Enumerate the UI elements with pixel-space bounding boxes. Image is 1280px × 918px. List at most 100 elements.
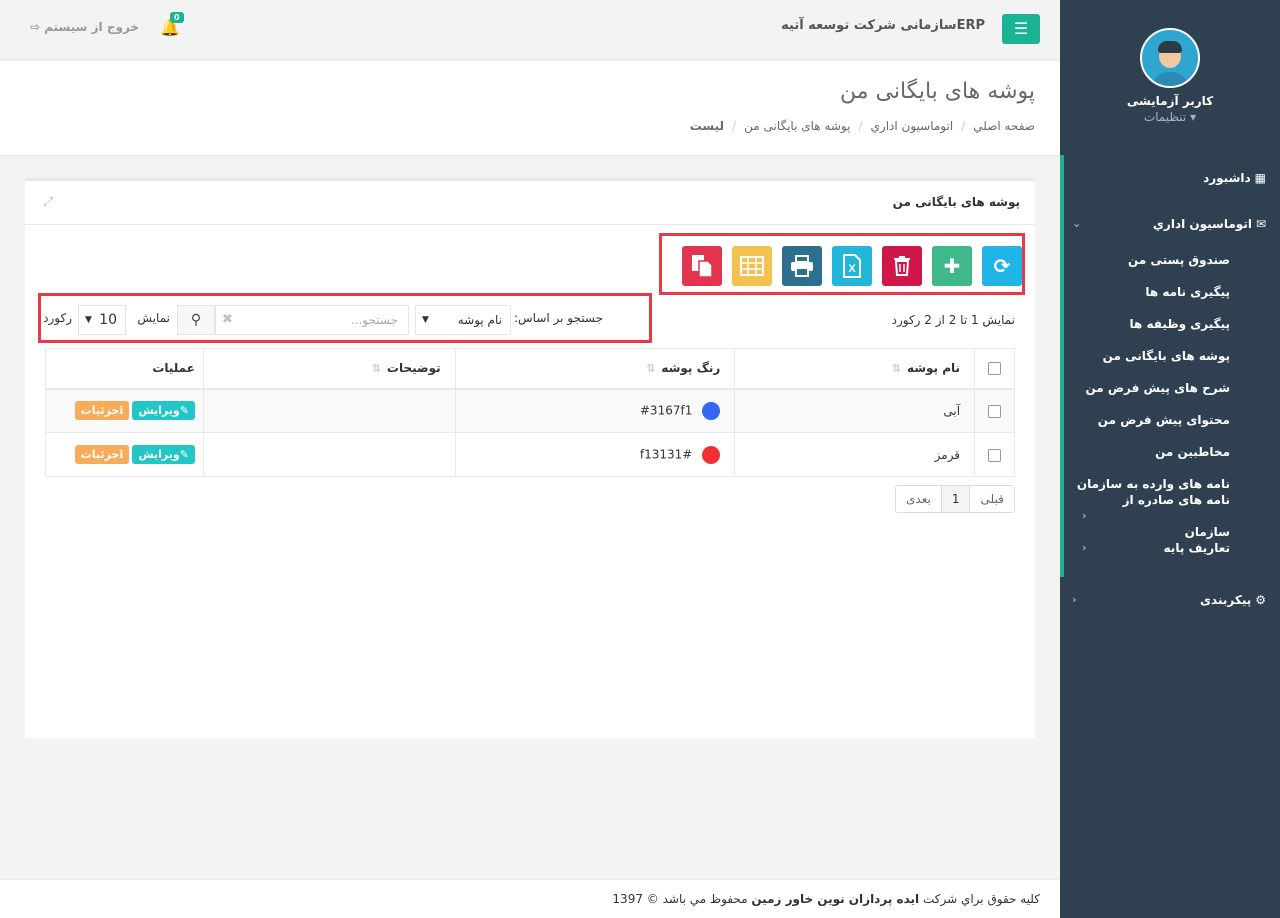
table-row: قرمز f13131# ✎ویرایشℹجزئیات — [45, 432, 1015, 477]
folders-table: نام پوشه⇅ رنگ پوشه⇅ توضیحات⇅ عملیات آبی … — [45, 348, 1015, 477]
row-checkbox[interactable] — [988, 404, 1002, 418]
search-by-label: جستجو بر اساس: — [513, 311, 603, 325]
folder-color-cell: #3167f1 — [454, 388, 736, 433]
top-navbar: ☰ ERPسازمانی شرکت توسعه آتیه 🔔 0 خروج از… — [0, 0, 1060, 60]
breadcrumb-home[interactable]: صفحه اصلي — [973, 119, 1035, 133]
sidebar-item-office-automation[interactable]: ✉ اتوماسیون اداري ⌄ — [1060, 206, 1280, 242]
sort-icon: ⇅ — [646, 362, 656, 376]
sidebar-item-outgoing-letters[interactable]: نامه های صادره از سازمان ‹ — [1060, 493, 1280, 539]
prev-page-button[interactable]: قبلی — [969, 486, 1014, 512]
sidebar-item-dashboard[interactable]: ▦ داشبورد — [1060, 160, 1280, 196]
details-button[interactable]: ℹجزئیات — [74, 401, 130, 421]
chevron-left-icon: ‹ — [1082, 541, 1087, 554]
breadcrumb: صفحه اصلي/اتوماسیون اداري/پوشه های بایگا… — [689, 119, 1035, 133]
page-size-select[interactable]: 10 ▼ — [78, 305, 126, 335]
refresh-icon: ⟳ — [993, 254, 1011, 278]
refresh-button[interactable]: ⟳ — [982, 246, 1022, 286]
breadcrumb-current: لیست — [689, 119, 725, 133]
sidebar: کاربر آزمایشی تنظیمات ▾ ▦ داشبورد ✉ اتوماس… — [1060, 0, 1280, 918]
chevron-left-icon: ‹ — [1082, 509, 1087, 522]
actions-cell: ✎ویرایشℹجزئیات — [45, 388, 204, 433]
caret-down-icon: ▼ — [85, 315, 92, 325]
sidebar-item-configuration[interactable]: ⚙ پیکربندی ‹ — [1060, 582, 1280, 618]
column-name[interactable]: نام پوشه⇅ — [734, 348, 976, 390]
select-all-checkbox[interactable] — [988, 362, 1002, 376]
search-button[interactable]: ⚲ — [177, 305, 215, 335]
column-color[interactable]: رنگ پوشه⇅ — [454, 348, 736, 390]
copy-button[interactable] — [682, 246, 722, 286]
user-name: کاربر آزمایشی — [1126, 94, 1214, 108]
settings-dropdown[interactable]: تنظیمات ▾ — [1060, 110, 1280, 124]
chevron-left-icon: ‹ — [1072, 593, 1077, 606]
trash-icon — [894, 256, 910, 276]
sort-icon: ⇅ — [371, 362, 381, 376]
sidebar-menu: ▦ داشبورد ✉ اتوماسیون اداري ⌄ صندوق پستی من… — [1060, 160, 1280, 618]
avatar[interactable] — [1140, 28, 1200, 88]
user-profile: کاربر آزمایشی تنظیمات ▾ — [1060, 0, 1280, 150]
page-1-button[interactable]: 1 — [940, 486, 970, 512]
sidebar-item-mailbox[interactable]: صندوق پستی من — [1060, 244, 1280, 276]
panel-header: پوشه های بایگانی من ⤢ — [25, 181, 1035, 225]
svg-text:X: X — [848, 263, 856, 275]
excel-button[interactable]: X — [832, 246, 872, 286]
column-actions: عملیات — [45, 348, 204, 390]
brand-title: ERPسازمانی شرکت توسعه آتیه — [781, 18, 985, 33]
edit-button[interactable]: ✎ویرایش — [132, 401, 195, 421]
search-icon: ⚲ — [190, 312, 202, 328]
chevron-down-icon: ⌄ — [1072, 217, 1082, 230]
table-header-row: نام پوشه⇅ رنگ پوشه⇅ توضیحات⇅ عملیات — [45, 348, 1015, 390]
folder-description-cell — [202, 432, 456, 477]
add-button[interactable]: ✚ — [932, 246, 972, 286]
pagination: قبلی 1 بعدی — [895, 485, 1015, 513]
footer: کلیه حقوق براي شرکت ایده پردازان نوین خا… — [0, 879, 1060, 918]
caret-down-icon: ▾ — [1190, 110, 1197, 124]
records-label: رکورد — [43, 311, 72, 325]
filter-bar: جستجو بر اساس: نام پوشه ▼ جستجو... ✖ ⚲ نما… — [38, 293, 652, 343]
search-field-select[interactable]: نام پوشه ▼ — [415, 305, 511, 335]
folder-color-cell: f13131# — [454, 432, 736, 477]
row-checkbox[interactable] — [988, 448, 1002, 462]
sidebar-item-contacts[interactable]: مخاطبین من — [1060, 436, 1280, 468]
menu-toggle-button[interactable]: ☰ — [1002, 14, 1040, 44]
toolbar: ⟳ ✚ X — [659, 233, 1025, 295]
caret-down-icon: ▼ — [422, 315, 429, 325]
breadcrumb-folders[interactable]: پوشه های بایگانی من — [744, 119, 850, 133]
sign-out-icon: ⇨ — [30, 20, 41, 34]
copyright: کلیه حقوق براي شرکت ایده پردازان نوین خا… — [612, 892, 1040, 906]
columns-button[interactable] — [732, 246, 772, 286]
column-description[interactable]: توضیحات⇅ — [202, 348, 456, 390]
envelope-icon: ✉ — [1255, 217, 1266, 231]
logout-link[interactable]: خروج از سیستم ⇨ — [30, 20, 139, 34]
search-input[interactable]: جستجو... ✖ — [215, 305, 409, 335]
color-swatch — [702, 445, 721, 464]
folders-panel: پوشه های بایگانی من ⤢ ⟳ ✚ X جستجو بر اسا… — [25, 178, 1035, 738]
copy-icon — [692, 255, 713, 278]
print-button[interactable] — [782, 246, 822, 286]
grid-icon: ▦ — [1254, 171, 1266, 185]
notification-badge: 0 — [170, 12, 184, 23]
excel-icon: X — [843, 254, 861, 278]
sidebar-item-default-content[interactable]: محتوای پیش فرض من — [1060, 404, 1280, 436]
sidebar-item-letter-tracking[interactable]: پیگیری نامه ها — [1060, 276, 1280, 308]
delete-button[interactable] — [882, 246, 922, 286]
panel-title: پوشه های بایگانی من — [892, 195, 1020, 209]
folder-name-cell: قرمز — [734, 432, 976, 477]
table-icon — [740, 256, 764, 276]
sidebar-item-default-descriptions[interactable]: شرح های پیش فرض من — [1060, 372, 1280, 404]
expand-icon[interactable]: ⤢ — [43, 195, 53, 210]
color-swatch — [702, 401, 721, 420]
breadcrumb-office[interactable]: اتوماسیون اداري — [871, 119, 954, 133]
print-icon — [791, 255, 813, 277]
clear-icon[interactable]: ✖ — [222, 306, 233, 334]
sort-icon: ⇅ — [891, 362, 901, 376]
table-info: نمایش 1 تا 2 از 2 رکورد — [891, 313, 1015, 327]
next-page-button[interactable]: بعدی — [896, 486, 941, 512]
details-button[interactable]: ℹجزئیات — [74, 445, 130, 464]
actions-cell: ✎ویرایشℹجزئیات — [45, 432, 204, 477]
sidebar-item-task-tracking[interactable]: پیگیری وظیفه ها — [1060, 308, 1280, 340]
page-title: پوشه های بایگانی من — [839, 79, 1035, 104]
select-all-cell — [974, 348, 1015, 390]
table-row: آبی #3167f1 ✎ویرایشℹجزئیات — [45, 388, 1015, 433]
edit-button[interactable]: ✎ویرایش — [132, 445, 195, 464]
sidebar-item-archive-folders[interactable]: پوشه های بایگانی من — [1060, 340, 1280, 372]
